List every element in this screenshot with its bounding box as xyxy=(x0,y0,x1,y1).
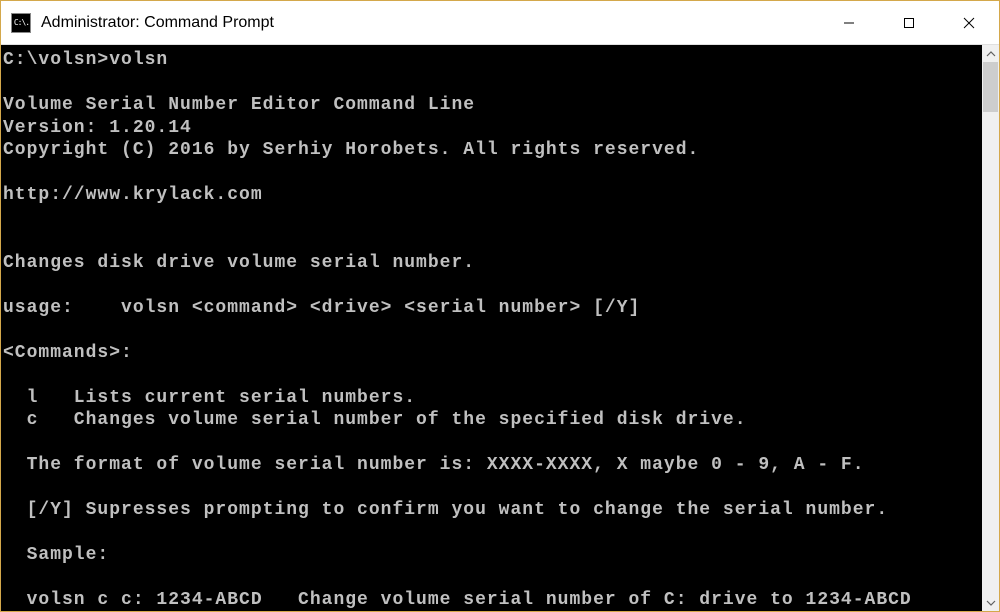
app-icon: C:\. xyxy=(11,13,31,33)
scroll-up-arrow[interactable] xyxy=(982,45,999,62)
window-titlebar: C:\. Administrator: Command Prompt xyxy=(1,1,999,45)
scroll-thumb[interactable] xyxy=(983,62,998,112)
window-title: Administrator: Command Prompt xyxy=(41,14,819,32)
minimize-button[interactable] xyxy=(819,1,879,44)
vertical-scrollbar[interactable] xyxy=(982,45,999,611)
maximize-button[interactable] xyxy=(879,1,939,44)
chevron-down-icon xyxy=(986,598,996,608)
chevron-up-icon xyxy=(986,49,996,59)
terminal-container: C:\volsn>volsn Volume Serial Number Edit… xyxy=(1,45,999,611)
close-icon xyxy=(963,17,975,29)
scroll-down-arrow[interactable] xyxy=(982,594,999,611)
close-button[interactable] xyxy=(939,1,999,44)
minimize-icon xyxy=(843,17,855,29)
maximize-icon xyxy=(903,17,915,29)
terminal-output[interactable]: C:\volsn>volsn Volume Serial Number Edit… xyxy=(1,45,982,611)
window-controls xyxy=(819,1,999,44)
